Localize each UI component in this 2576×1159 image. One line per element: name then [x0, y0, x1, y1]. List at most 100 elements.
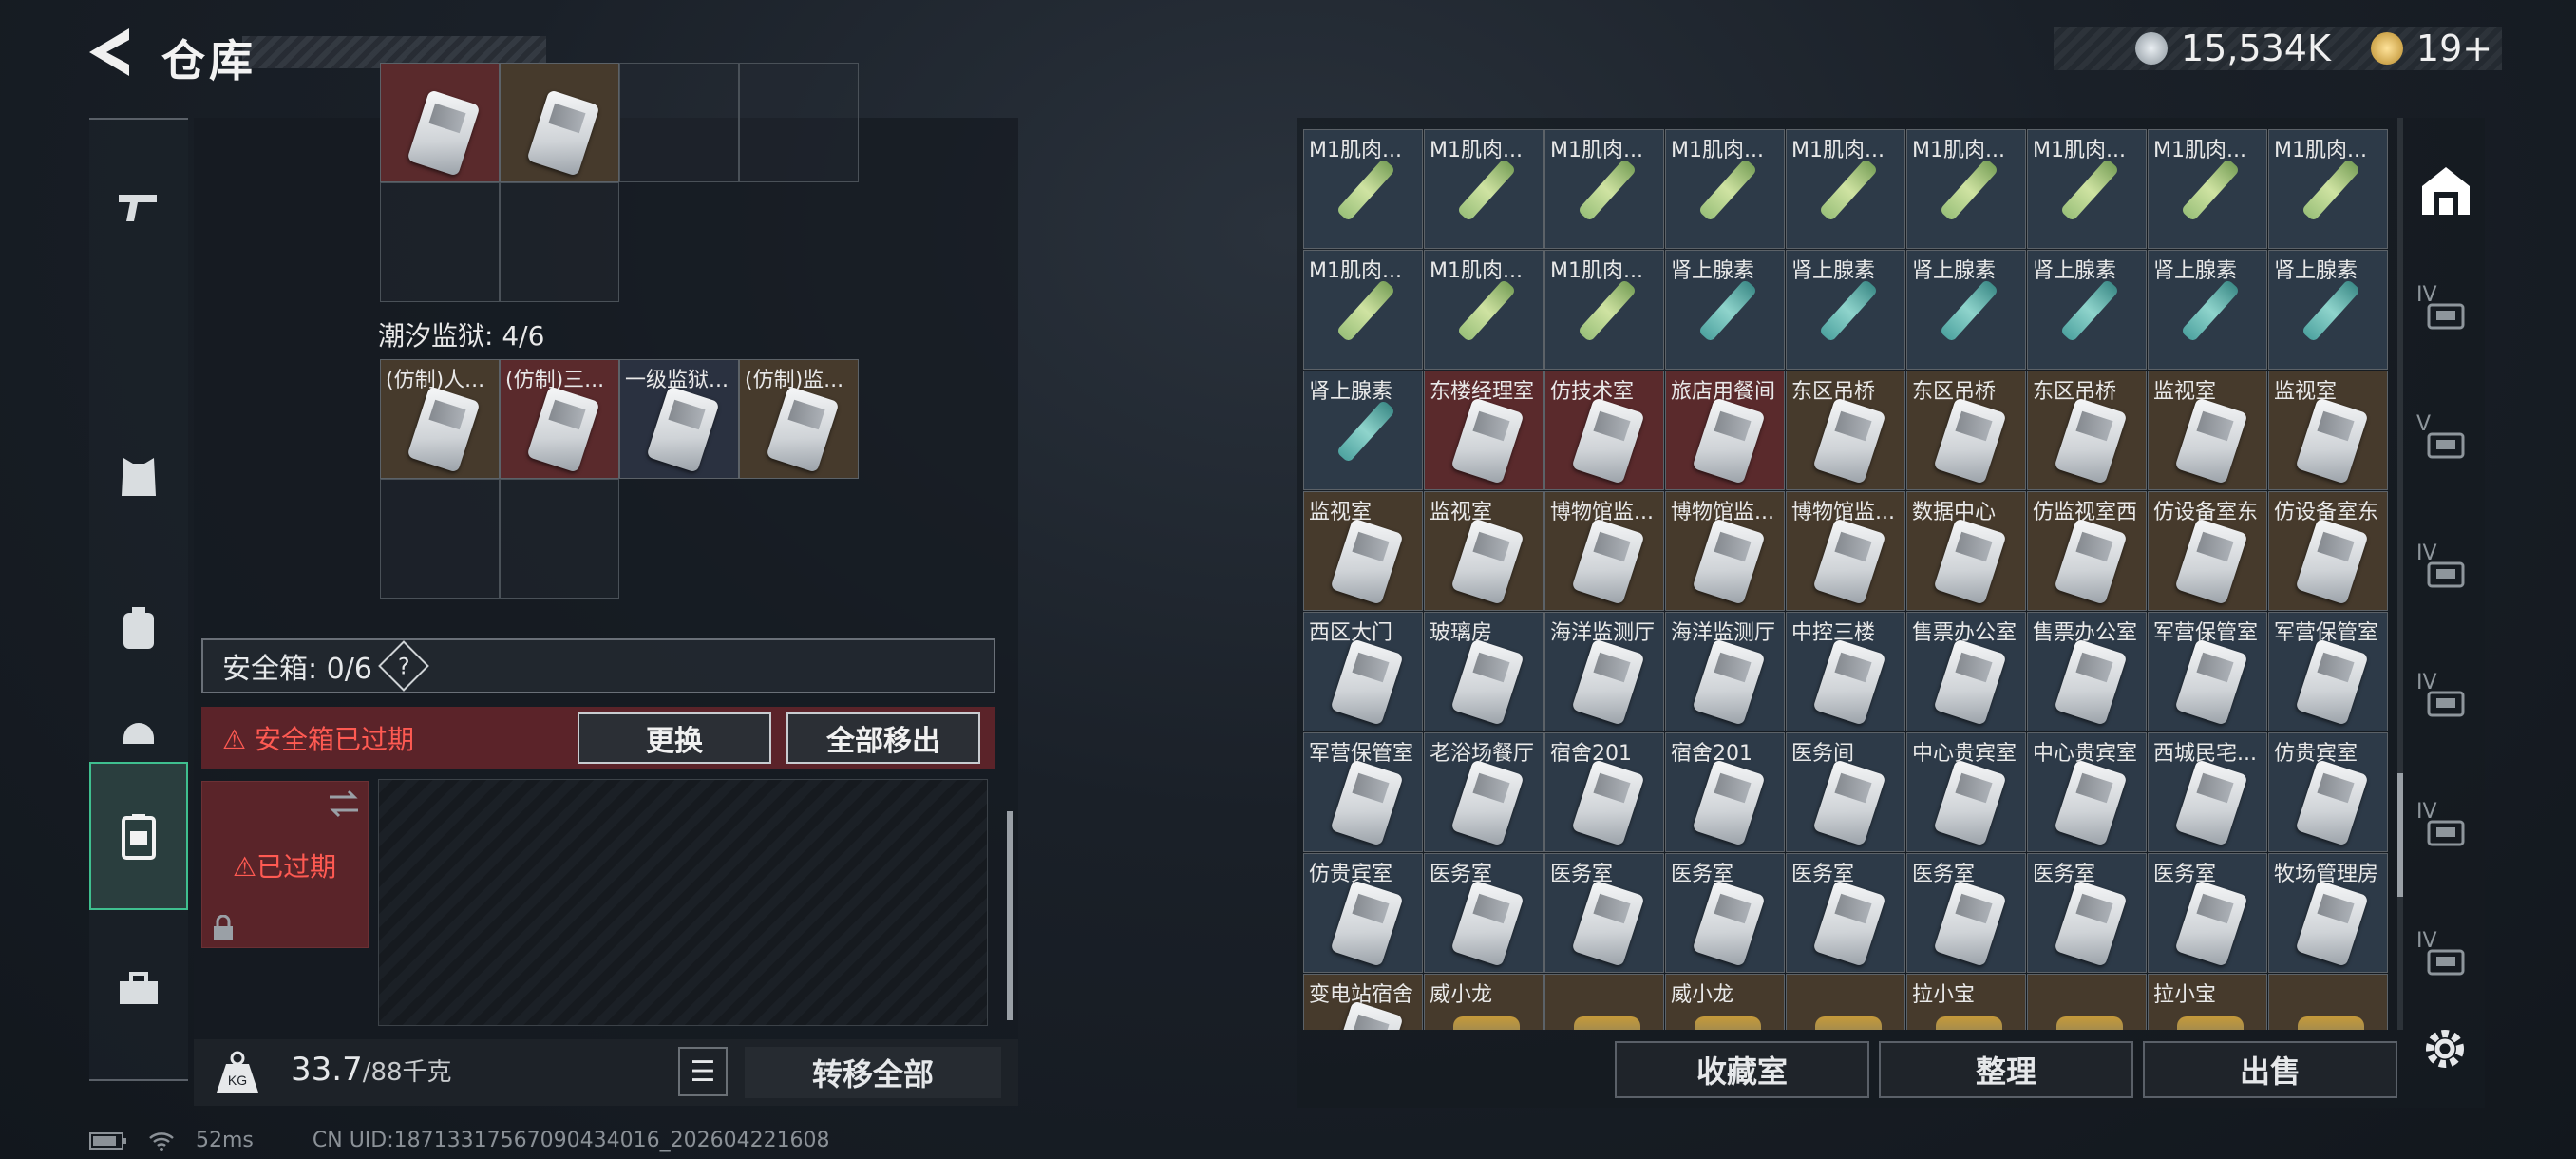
- storage-item[interactable]: 监视室: [2148, 370, 2267, 490]
- storage-item[interactable]: 变电站宿舍: [1303, 974, 1423, 1030]
- storage-item[interactable]: 军营保管室: [2148, 612, 2267, 732]
- storage-item[interactable]: M1肌肉...: [1303, 250, 1423, 370]
- right-scroll-thumb[interactable]: [2397, 773, 2403, 897]
- storage-item[interactable]: 博物馆监...: [1544, 491, 1664, 611]
- storage-item[interactable]: 医务室: [1424, 853, 1544, 973]
- back-arrow-icon[interactable]: [87, 27, 131, 78]
- storage-item[interactable]: 仿设备室东: [2268, 491, 2388, 611]
- storage-item[interactable]: 牧场管理房: [2268, 853, 2388, 973]
- storage-item[interactable]: M1肌肉...: [2268, 129, 2388, 249]
- storage-item[interactable]: 东区吊桥: [1906, 370, 2026, 490]
- storage-item[interactable]: 玻璃房: [1424, 612, 1544, 732]
- sell-button[interactable]: 出售: [2143, 1041, 2397, 1098]
- grid-item-card[interactable]: [380, 63, 500, 182]
- storage-item[interactable]: 宿舍201: [1665, 732, 1785, 852]
- prison-item-card[interactable]: (仿制)监...: [739, 359, 859, 479]
- storage-item[interactable]: 医务室: [1906, 853, 2026, 973]
- storage-item[interactable]: 海洋监测厅: [1665, 612, 1785, 732]
- storage-item[interactable]: [2268, 974, 2388, 1030]
- storage-item[interactable]: 中控三楼: [1786, 612, 1905, 732]
- storage-item[interactable]: 宿舍201: [1544, 732, 1664, 852]
- storage-item[interactable]: 肾上腺素: [1665, 250, 1785, 370]
- storage-item[interactable]: 监视室: [1303, 491, 1423, 611]
- replace-button[interactable]: 更换: [578, 712, 771, 764]
- storage-item[interactable]: M1肌肉...: [1665, 129, 1785, 249]
- sidebar-item-armor[interactable]: [89, 426, 188, 530]
- storage-item[interactable]: 医务室: [1665, 853, 1785, 973]
- storage-item[interactable]: 医务室: [1786, 853, 1905, 973]
- storage-item[interactable]: 医务间: [1786, 732, 1905, 852]
- warehouse-home-icon[interactable]: [2413, 158, 2479, 224]
- tier-filter-icon[interactable]: IV: [2413, 798, 2479, 864]
- sidebar-item-safebox[interactable]: [89, 762, 188, 910]
- storage-item[interactable]: 售票办公室: [2027, 612, 2147, 732]
- storage-item[interactable]: [1544, 974, 1664, 1030]
- storage-item[interactable]: 仿设备室东: [2148, 491, 2267, 611]
- storage-item[interactable]: 东区吊桥: [1786, 370, 1905, 490]
- storage-item[interactable]: 东楼经理室: [1424, 370, 1544, 490]
- storage-item[interactable]: [2027, 974, 2147, 1030]
- storage-item[interactable]: 肾上腺素: [1906, 250, 2026, 370]
- storage-item[interactable]: 威小龙: [1424, 974, 1544, 1030]
- storage-item[interactable]: 医务室: [2148, 853, 2267, 973]
- storage-item[interactable]: 军营保管室: [2268, 612, 2388, 732]
- storage-item[interactable]: 海洋监测厅: [1544, 612, 1664, 732]
- prison-item-card[interactable]: 一级监狱...: [619, 359, 739, 479]
- tier-filter-icon[interactable]: IV: [2413, 540, 2479, 606]
- storage-item[interactable]: M1肌肉...: [2027, 129, 2147, 249]
- storage-item[interactable]: 中心贵宾室: [2027, 732, 2147, 852]
- storage-item[interactable]: M1肌肉...: [1544, 250, 1664, 370]
- storage-item[interactable]: 西区大门: [1303, 612, 1423, 732]
- tier-filter-icon[interactable]: V: [2413, 410, 2479, 477]
- storage-item[interactable]: M1肌肉...: [1544, 129, 1664, 249]
- left-scrollbar[interactable]: [1007, 811, 1013, 1020]
- sidebar-item-weapons[interactable]: [89, 154, 188, 258]
- settings-gear-icon[interactable]: [2418, 1022, 2472, 1075]
- storage-item[interactable]: M1肌肉...: [1424, 250, 1544, 370]
- storage-item[interactable]: 老浴场餐厅: [1424, 732, 1544, 852]
- prison-item-card[interactable]: (仿制)三...: [500, 359, 619, 479]
- storage-item[interactable]: 拉小宝: [2148, 974, 2267, 1030]
- storage-item[interactable]: 肾上腺素: [1303, 370, 1423, 490]
- storage-item[interactable]: 威小龙: [1665, 974, 1785, 1030]
- sidebar-item-backpack[interactable]: [89, 576, 188, 680]
- storage-item[interactable]: 售票办公室: [1906, 612, 2026, 732]
- storage-item[interactable]: 仿监视室西: [2027, 491, 2147, 611]
- sort-button[interactable]: 整理: [1879, 1041, 2133, 1098]
- storage-item[interactable]: 军营保管室: [1303, 732, 1423, 852]
- storage-item[interactable]: 数据中心: [1906, 491, 2026, 611]
- transfer-all-button[interactable]: 转移全部: [745, 1047, 1001, 1098]
- storage-item[interactable]: 肾上腺素: [2148, 250, 2267, 370]
- storage-item[interactable]: 监视室: [1424, 491, 1544, 611]
- help-icon[interactable]: ?: [378, 640, 429, 692]
- storage-item[interactable]: M1肌肉...: [2148, 129, 2267, 249]
- storage-item[interactable]: M1肌肉...: [1303, 129, 1423, 249]
- sidebar-item-toolbox[interactable]: [89, 937, 188, 1041]
- storage-item[interactable]: 拉小宝: [1906, 974, 2026, 1030]
- storage-item[interactable]: 肾上腺素: [1786, 250, 1905, 370]
- move-all-out-button[interactable]: 全部移出: [786, 712, 980, 764]
- storage-item[interactable]: [1786, 974, 1905, 1030]
- storage-item[interactable]: 仿技术室: [1544, 370, 1664, 490]
- safe-box-slot[interactable]: ⚠已过期: [201, 781, 369, 948]
- collection-room-button[interactable]: 收藏室: [1615, 1041, 1869, 1098]
- storage-item[interactable]: 东区吊桥: [2027, 370, 2147, 490]
- grid-item-card[interactable]: [500, 63, 619, 182]
- prison-item-card[interactable]: (仿制)人...: [380, 359, 500, 479]
- storage-item[interactable]: 监视室: [2268, 370, 2388, 490]
- storage-item[interactable]: 肾上腺素: [2268, 250, 2388, 370]
- storage-item[interactable]: 医务室: [1544, 853, 1664, 973]
- storage-item[interactable]: M1肌肉...: [1786, 129, 1905, 249]
- tier-filter-icon[interactable]: IV: [2413, 669, 2479, 735]
- list-icon[interactable]: ☰: [678, 1047, 728, 1096]
- storage-item[interactable]: 中心贵宾室: [1906, 732, 2026, 852]
- storage-item[interactable]: 博物馆监...: [1786, 491, 1905, 611]
- storage-item[interactable]: 肾上腺素: [2027, 250, 2147, 370]
- tier-filter-icon[interactable]: IV: [2413, 281, 2479, 348]
- storage-item[interactable]: 仿贵宾室: [2268, 732, 2388, 852]
- swap-icon[interactable]: [328, 789, 360, 818]
- storage-item[interactable]: 仿贵宾室: [1303, 853, 1423, 973]
- tier-filter-icon[interactable]: IV: [2413, 927, 2479, 994]
- storage-item[interactable]: M1肌肉...: [1906, 129, 2026, 249]
- storage-item[interactable]: 西城民宅...: [2148, 732, 2267, 852]
